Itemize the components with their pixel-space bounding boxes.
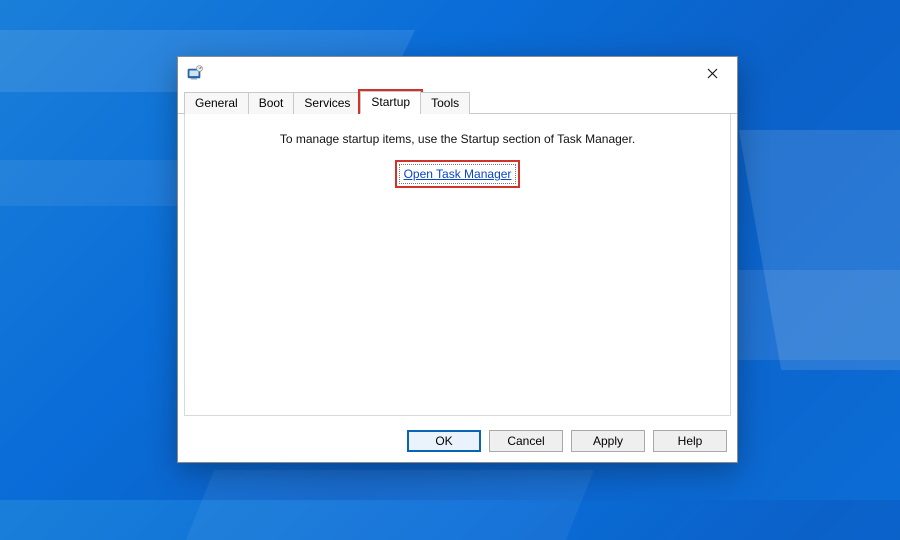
link-wrap: Open Task Manager xyxy=(185,164,730,184)
tab-services[interactable]: Services xyxy=(293,92,361,114)
close-button[interactable] xyxy=(689,58,735,88)
tab-boot[interactable]: Boot xyxy=(248,92,295,114)
button-bar: OK Cancel Apply Help xyxy=(178,422,737,462)
open-task-manager-link[interactable]: Open Task Manager xyxy=(399,164,517,184)
apply-button[interactable]: Apply xyxy=(571,430,645,452)
titlebar-left xyxy=(186,64,210,82)
tab-row: General Boot Services Startup Tools xyxy=(178,91,737,114)
titlebar[interactable] xyxy=(178,57,737,89)
wallpaper-ribbon xyxy=(186,470,594,540)
ok-button[interactable]: OK xyxy=(407,430,481,452)
tab-startup[interactable]: Startup xyxy=(360,91,421,114)
close-icon xyxy=(707,68,718,79)
tab-general[interactable]: General xyxy=(184,92,249,114)
msconfig-icon xyxy=(186,64,204,82)
tab-content: To manage startup items, use the Startup… xyxy=(184,114,731,416)
tab-tools[interactable]: Tools xyxy=(420,92,470,114)
msconfig-dialog: General Boot Services Startup Tools To m… xyxy=(177,56,738,463)
help-button[interactable]: Help xyxy=(653,430,727,452)
cancel-button[interactable]: Cancel xyxy=(489,430,563,452)
startup-message: To manage startup items, use the Startup… xyxy=(185,114,730,146)
